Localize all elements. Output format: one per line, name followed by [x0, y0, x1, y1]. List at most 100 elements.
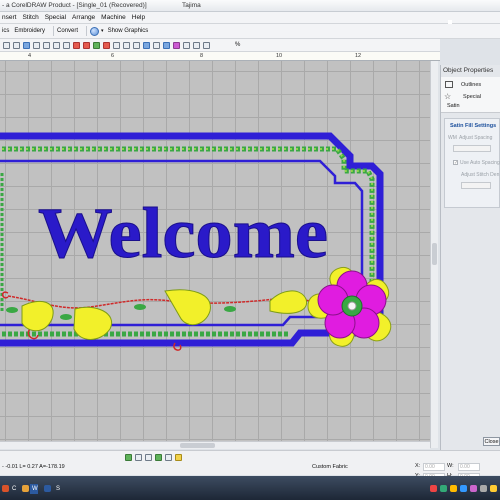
step-icon[interactable] [135, 454, 142, 461]
hoop-icon[interactable] [153, 41, 160, 49]
ruler-tick: 8 [200, 53, 204, 59]
ruler-tick: 6 [111, 53, 115, 59]
toolbar-separator [53, 26, 55, 36]
wm-label: WM [448, 135, 457, 141]
spacing-input[interactable] [453, 145, 491, 152]
menu-stitch[interactable]: Stitch [22, 14, 38, 21]
tab-special[interactable]: Special [463, 94, 481, 100]
yellow-leaf [21, 300, 54, 332]
taskbar-item[interactable]: S [54, 484, 60, 494]
menu-special[interactable]: Special [45, 14, 66, 21]
stop-icon[interactable] [145, 454, 152, 461]
open-folder-icon[interactable] [13, 41, 20, 49]
w-label: W: [447, 463, 454, 469]
tray-icon[interactable] [430, 485, 437, 492]
show-graphics-button[interactable]: Show Graphics [108, 28, 149, 34]
grid-icon[interactable] [113, 41, 120, 49]
convert-button[interactable]: Convert [57, 28, 78, 34]
yellow-leaf [164, 289, 211, 326]
green-leaf [224, 306, 236, 312]
ruler-tick: 10 [276, 53, 283, 59]
explorer-icon[interactable] [22, 485, 29, 492]
trace-icon[interactable] [163, 41, 170, 49]
status-toolbar [125, 454, 185, 461]
green-leaf [134, 304, 146, 310]
tray-icon[interactable] [450, 485, 457, 492]
app-icon[interactable] [44, 485, 51, 492]
layout-icon[interactable] [133, 41, 140, 49]
table-icon[interactable] [123, 41, 130, 49]
red-vine [7, 295, 311, 309]
menu-help[interactable]: Help [132, 14, 145, 21]
color-picker-icon[interactable] [175, 454, 182, 461]
chevron-down-icon[interactable]: ▾ [101, 28, 104, 34]
welcome-text: Welcome [38, 193, 328, 273]
embroidery-design[interactable]: Welcome [0, 61, 430, 448]
ruler-tick: 4 [28, 53, 32, 59]
fabric-type: Custom Fabric [312, 464, 348, 470]
stitch-player-icon[interactable] [155, 454, 162, 461]
outline-icon[interactable] [445, 81, 453, 88]
menu-bar: nsert Stitch Special Arrange Machine Hel… [0, 12, 500, 24]
star-icon[interactable]: ☆ [444, 93, 451, 101]
stitch-list-icon[interactable] [143, 41, 150, 49]
taskbar-item[interactable]: W [30, 484, 38, 494]
green-leaf [6, 307, 18, 313]
undo-icon[interactable] [73, 41, 80, 49]
menu-machine[interactable]: Machine [101, 14, 126, 21]
measure-icon[interactable] [183, 41, 190, 49]
tab-outlines[interactable]: Outlines [461, 82, 481, 88]
flower-center-bead [347, 301, 357, 311]
panel-title: Object Properties [443, 67, 494, 74]
yellow-leaf [269, 290, 308, 314]
title-bar: - a CorelDRAW Product - [Single_01 (Reco… [0, 0, 500, 12]
slow-redraw-icon[interactable] [165, 454, 172, 461]
cursor-coordinates: - -0.01 L= 0.27 A=-178.19 [2, 464, 65, 470]
redo-icon[interactable] [83, 41, 90, 49]
zoom-fit-icon[interactable] [203, 41, 210, 49]
use-auto-spacing-label: Use Auto Spacing [460, 160, 500, 166]
color-icon[interactable] [173, 41, 180, 49]
start-icon[interactable] [2, 485, 9, 492]
tray-icon[interactable] [490, 485, 497, 492]
status-bar: - -0.01 L= 0.27 A=-178.19 Custom Fabric … [0, 450, 500, 481]
paste-icon[interactable] [63, 41, 70, 49]
tray-icon[interactable] [440, 485, 447, 492]
embroidery-tab[interactable]: Embroidery [14, 28, 45, 34]
auto-spacing-checkbox[interactable]: ✓ [453, 160, 458, 166]
w-input[interactable]: 0.00 [458, 463, 480, 471]
tray-icon[interactable] [480, 485, 487, 492]
globe-icon[interactable] [90, 26, 100, 36]
copy-icon[interactable] [53, 41, 60, 49]
density-input[interactable] [461, 182, 491, 189]
cut-icon[interactable] [43, 41, 50, 49]
taskbar-item[interactable]: C [10, 484, 16, 494]
menu-arrange[interactable]: Arrange [72, 14, 95, 21]
adjust-spacing-label: Adjust Spacing [459, 135, 493, 141]
print-icon[interactable] [33, 41, 40, 49]
application-window: - a CorelDRAW Product - [Single_01 (Reco… [0, 0, 500, 500]
horizontal-ruler: 4 6 8 10 12 [0, 52, 440, 61]
vertical-scrollbar[interactable] [430, 61, 438, 448]
tray-icon[interactable] [460, 485, 467, 492]
object-properties-panel: Object Properties Outlines ☆ Special Sat… [440, 65, 500, 450]
save-icon[interactable] [23, 41, 30, 49]
design-canvas[interactable]: Welcome [0, 61, 430, 448]
close-button[interactable]: Close [483, 437, 500, 446]
zoom-icon[interactable] [193, 41, 200, 49]
new-file-icon[interactable] [3, 41, 10, 49]
x-input[interactable]: 0.00 [423, 463, 445, 471]
export-icon[interactable] [103, 41, 110, 49]
mode-toolbar: ics Embroidery Convert ▾ Show Graphics [0, 24, 500, 39]
import-icon[interactable] [93, 41, 100, 49]
graphics-tab[interactable]: ics [2, 28, 9, 34]
zoom-value[interactable]: % [235, 42, 240, 48]
ruler-corner [448, 20, 452, 24]
menu-insert[interactable]: nsert [2, 14, 16, 21]
scrollbar-thumb[interactable] [432, 243, 437, 265]
tray-icon[interactable] [470, 485, 477, 492]
scrollbar-thumb[interactable] [180, 443, 215, 448]
os-taskbar: C W S [0, 476, 500, 500]
play-icon[interactable] [125, 454, 132, 461]
horizontal-scrollbar[interactable] [0, 441, 430, 449]
